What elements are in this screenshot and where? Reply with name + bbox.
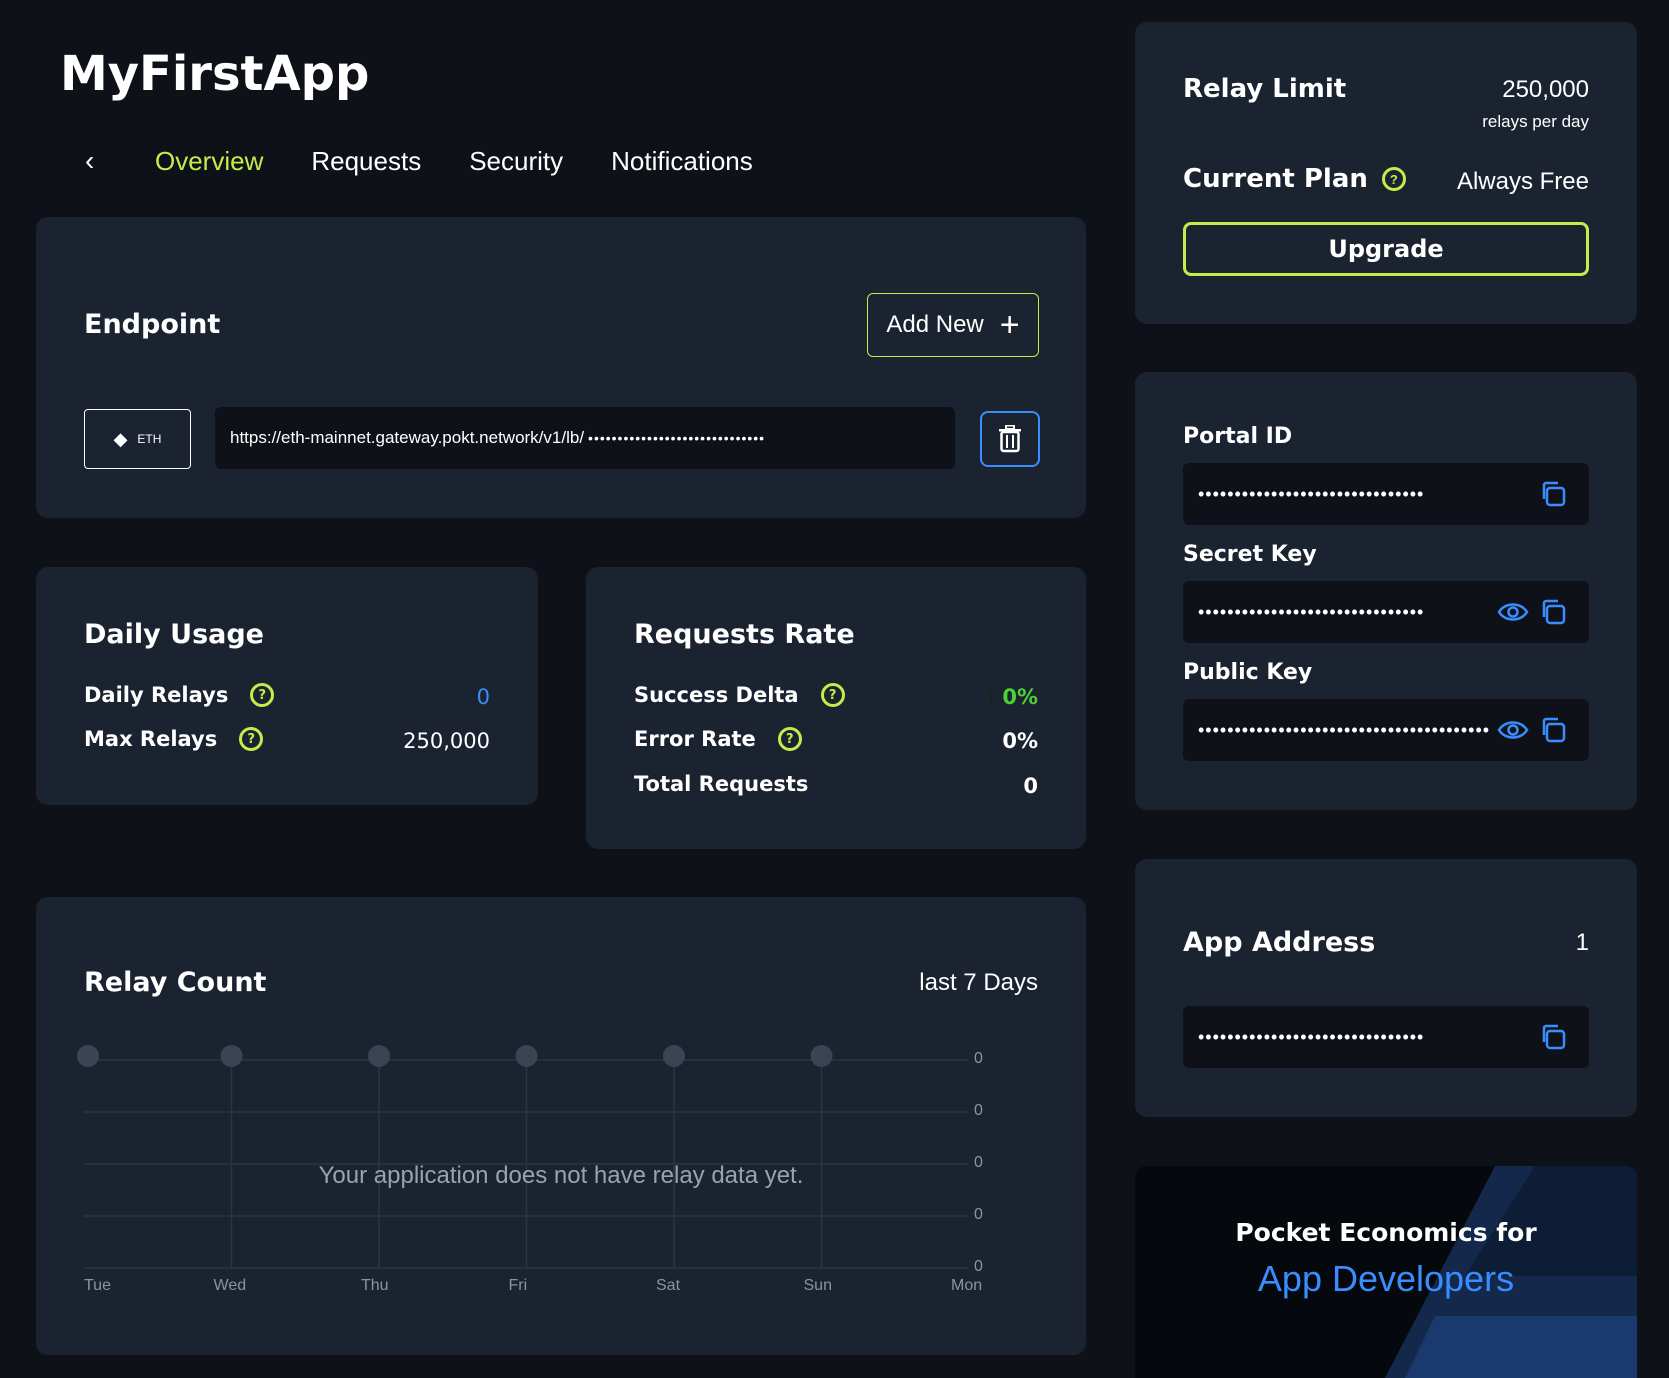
total-requests-row: Total Requests	[634, 772, 830, 796]
chart-point[interactable]	[77, 1045, 99, 1067]
copy-icon[interactable]	[1539, 1023, 1567, 1051]
y-tick-label: 0	[974, 1206, 983, 1223]
daily-relays-value: 0	[476, 685, 490, 709]
max-relays-label: Max Relays	[84, 727, 218, 751]
app-title: MyFirstApp	[60, 46, 370, 102]
daily-relays-label: Daily Relays	[84, 683, 229, 707]
chain-selector[interactable]: ◆ ETH	[84, 409, 191, 469]
y-tick-label: 0	[974, 1050, 983, 1067]
public-key-mask: ••••••••••••••••••••••••••••••••••••••••	[1198, 719, 1491, 740]
upgrade-label: Upgrade	[1328, 235, 1444, 263]
chart-point[interactable]	[810, 1045, 833, 1067]
portal-id-field[interactable]: •••••••••••••••••••••••••••••••	[1183, 463, 1589, 525]
relay-count-card: Relay Count last 7 Days 00000 Tue Wed Thu F…	[36, 897, 1086, 1355]
copy-icon[interactable]	[1539, 716, 1567, 744]
tab-security[interactable]: Security	[469, 146, 563, 177]
x-tick-label: Mon	[951, 1277, 983, 1294]
total-requests-value: 0	[1023, 774, 1038, 798]
max-relays-row: Max Relays ?	[84, 727, 264, 751]
chart-point[interactable]	[368, 1045, 390, 1067]
delete-button[interactable]	[980, 411, 1040, 467]
error-rate-value: 0%	[1002, 729, 1038, 753]
requests-rate-title: Requests Rate	[634, 619, 855, 650]
add-new-button[interactable]: Add New +	[867, 293, 1039, 357]
tab-bar: ‹ Overview Requests Security Notificatio…	[85, 145, 753, 177]
relay-limit-value: 250,000	[1502, 76, 1589, 103]
app-address-count: 1	[1575, 929, 1589, 956]
keys-card: Portal ID ••••••••••••••••••••••••••••••…	[1135, 372, 1637, 810]
x-tick-label: Tue	[84, 1277, 111, 1294]
endpoint-url-mask: ••••••••••••••••••••••••••••••	[588, 430, 766, 446]
current-plan-label: Current Plan	[1183, 164, 1368, 194]
current-plan-row: Current Plan ?	[1183, 164, 1406, 194]
help-icon[interactable]: ?	[820, 683, 845, 707]
promo-line-2: App Developers	[1257, 1258, 1515, 1299]
relay-limit-label: Relay Limit	[1183, 74, 1347, 104]
endpoint-url: https://eth-mainnet.gateway.pokt.network…	[230, 428, 585, 447]
add-new-label: Add New	[886, 311, 984, 338]
secret-key-label: Secret Key	[1183, 542, 1317, 567]
eye-icon[interactable]	[1497, 598, 1529, 626]
arrow-up-icon: ↑	[985, 681, 998, 711]
error-rate-label: Error Rate	[634, 727, 756, 751]
daily-usage-title: Daily Usage	[84, 619, 264, 650]
help-icon[interactable]: ?	[250, 683, 275, 707]
x-tick-label: Thu	[361, 1277, 389, 1294]
app-address-card: App Address 1 ••••••••••••••••••••••••••…	[1135, 859, 1637, 1117]
y-tick-label: 0	[974, 1102, 983, 1119]
plan-card: Relay Limit 250,000 relays per day Curre…	[1135, 22, 1637, 324]
empty-state-message: Your application does not have relay dat…	[318, 1162, 804, 1189]
chart-point[interactable]	[663, 1045, 685, 1067]
tab-overview[interactable]: Overview	[155, 146, 263, 177]
public-key-label: Public Key	[1183, 660, 1313, 685]
chain-label: ETH	[137, 432, 162, 446]
back-icon[interactable]: ‹	[85, 145, 125, 177]
help-icon[interactable]: ?	[1381, 167, 1406, 191]
success-delta-label: Success Delta	[634, 683, 799, 707]
max-relays-value: 250,000	[403, 729, 490, 753]
chart-point[interactable]	[515, 1045, 538, 1067]
ethereum-icon: ◆	[113, 428, 128, 449]
error-rate-row: Error Rate ?	[634, 727, 802, 751]
success-delta-value: 0%	[1002, 685, 1038, 709]
eye-icon[interactable]	[1497, 716, 1529, 744]
relay-limit-unit: relays per day	[1482, 112, 1589, 131]
help-icon[interactable]: ?	[239, 727, 264, 751]
help-icon[interactable]: ?	[777, 727, 802, 751]
x-tick-label: Sat	[656, 1277, 681, 1294]
x-tick-label: Fri	[508, 1277, 528, 1294]
tab-requests[interactable]: Requests	[311, 146, 421, 177]
promo-line-1: Pocket Economics for	[1235, 1218, 1537, 1247]
endpoint-url-field[interactable]: https://eth-mainnet.gateway.pokt.network…	[215, 407, 955, 469]
upgrade-button[interactable]: Upgrade	[1183, 222, 1589, 276]
relay-count-chart	[77, 1045, 968, 1269]
success-delta-row: Success Delta ?	[634, 683, 845, 707]
trash-icon	[999, 425, 1021, 453]
x-tick-label: Sun	[803, 1277, 832, 1294]
plus-icon: +	[999, 306, 1020, 344]
daily-usage-card: Daily Usage Daily Relays ? 0 Max Relays …	[36, 567, 538, 805]
total-requests-label: Total Requests	[634, 772, 809, 796]
y-tick-label: 0	[974, 1258, 983, 1275]
endpoint-card: Endpoint Add New + ◆ ETH https://eth-mai…	[36, 217, 1086, 518]
app-address-title: App Address	[1183, 927, 1376, 958]
tab-notifications[interactable]: Notifications	[611, 146, 753, 177]
copy-icon[interactable]	[1539, 598, 1567, 626]
daily-relays-row: Daily Relays ?	[84, 683, 275, 707]
app-address-field[interactable]: •••••••••••••••••••••••••••••••	[1183, 1006, 1589, 1068]
chart-point[interactable]	[220, 1045, 243, 1067]
copy-icon[interactable]	[1539, 480, 1567, 508]
endpoint-title: Endpoint	[84, 309, 221, 340]
app-address-mask: •••••••••••••••••••••••••••••••	[1198, 1026, 1425, 1047]
x-tick-label: Wed	[213, 1277, 247, 1294]
secret-key-mask: •••••••••••••••••••••••••••••••	[1198, 601, 1425, 622]
current-plan-value: Always Free	[1456, 168, 1589, 195]
portal-id-label: Portal ID	[1183, 424, 1293, 449]
requests-rate-card: Requests Rate Success Delta ? ↑ 0% Error…	[586, 567, 1086, 849]
promo-banner[interactable]: Pocket Economics for App Developers	[1135, 1166, 1637, 1378]
portal-id-mask: •••••••••••••••••••••••••••••••	[1198, 483, 1425, 504]
